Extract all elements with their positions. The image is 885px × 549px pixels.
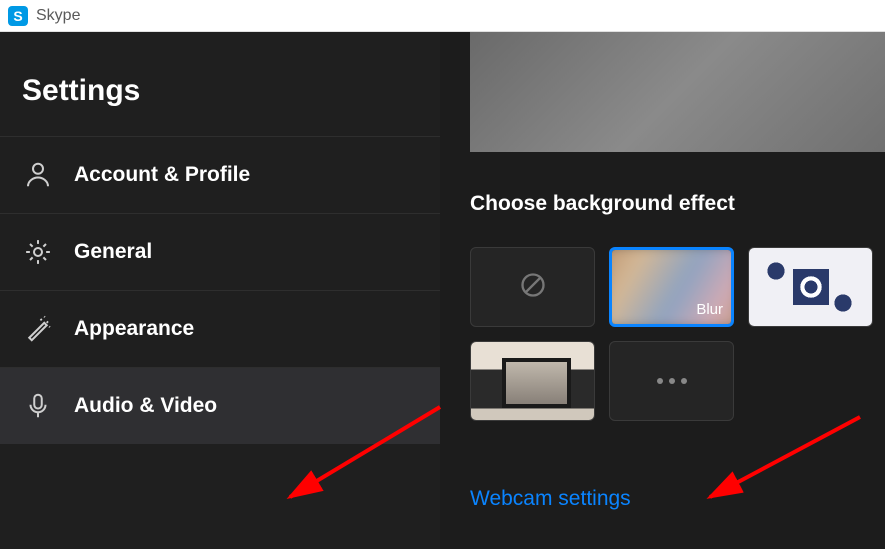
sidebar-item-appearance[interactable]: Appearance (0, 290, 440, 367)
webcam-settings-link[interactable]: Webcam settings (470, 487, 631, 511)
effect-pattern[interactable] (748, 247, 873, 327)
logo-letter: S (13, 8, 22, 24)
effect-none[interactable] (470, 247, 595, 327)
none-icon (519, 271, 547, 304)
settings-title: Settings (0, 32, 440, 136)
effect-more[interactable] (609, 341, 734, 421)
sidebar-item-label: Account & Profile (74, 163, 250, 187)
skype-logo-icon: S (8, 6, 28, 26)
sidebar-item-label: Appearance (74, 317, 194, 341)
effect-grid: Blur (470, 247, 873, 421)
mic-icon (22, 390, 54, 422)
more-icon (657, 378, 687, 384)
background-effect-title: Choose background effect (470, 192, 735, 216)
sidebar-item-general[interactable]: General (0, 213, 440, 290)
pattern-preview (749, 248, 872, 326)
sidebar-item-label: Audio & Video (74, 394, 217, 418)
effect-label: Blur (696, 301, 723, 318)
wand-icon (22, 313, 54, 345)
person-icon (22, 159, 54, 191)
effect-room[interactable] (470, 341, 595, 421)
app-name: Skype (36, 7, 80, 25)
sidebar-item-account-profile[interactable]: Account & Profile (0, 136, 440, 213)
video-preview (470, 32, 885, 152)
effect-blur[interactable]: Blur (609, 247, 734, 327)
sidebar-item-label: General (74, 240, 152, 264)
settings-sidebar: Settings Account & Profile General (0, 32, 440, 549)
sidebar-item-audio-video[interactable]: Audio & Video (0, 367, 440, 444)
gear-icon (22, 236, 54, 268)
settings-content: Choose background effect Blur (440, 32, 885, 549)
titlebar: S Skype (0, 0, 885, 32)
room-preview (471, 342, 594, 420)
